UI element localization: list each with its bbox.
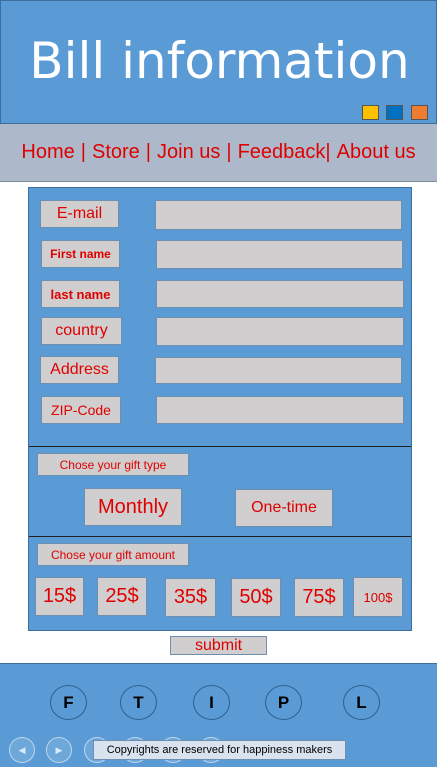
previous-icon[interactable]: ◀ xyxy=(9,737,35,763)
nav-item-join-us[interactable]: Join us xyxy=(157,141,220,164)
amount-100-button[interactable]: 100$ xyxy=(353,577,403,617)
swatch-yellow[interactable] xyxy=(362,105,379,120)
nav-separator: | xyxy=(325,141,331,163)
gift-amount-label: Chose your gift amount xyxy=(37,543,189,566)
nav-separator: | xyxy=(80,141,86,163)
twitter-icon[interactable]: T xyxy=(120,685,157,720)
email-label: E-mail xyxy=(40,200,119,228)
gift-type-monthly-button[interactable]: Monthly xyxy=(84,488,182,526)
email-field[interactable] xyxy=(155,200,402,230)
header-banner: Bill information xyxy=(0,0,437,124)
swatch-blue[interactable] xyxy=(386,105,403,120)
amount-75-button[interactable]: 75$ xyxy=(294,578,344,617)
next-icon[interactable]: ▶ xyxy=(46,737,72,763)
copyright-notice: Copyrights are reserved for happiness ma… xyxy=(93,740,346,760)
swatch-orange[interactable] xyxy=(411,105,428,120)
zip-code-label: ZIP-Code xyxy=(41,396,121,424)
instagram-icon[interactable]: I xyxy=(193,685,230,720)
last-name-field[interactable] xyxy=(156,280,404,308)
amount-35-button[interactable]: 35$ xyxy=(165,578,216,617)
nav-bar: Home | Store | Join us | Feedback | Abou… xyxy=(0,124,437,182)
facebook-icon[interactable]: F xyxy=(50,685,87,720)
linkedin-icon[interactable]: L xyxy=(343,685,380,720)
amount-25-button[interactable]: 25$ xyxy=(97,577,147,616)
country-field[interactable] xyxy=(156,317,404,346)
nav-separator: | xyxy=(145,141,151,163)
country-label: country xyxy=(41,317,122,345)
nav-item-about-us[interactable]: About us xyxy=(337,141,416,164)
address-label: Address xyxy=(40,356,119,384)
nav-separator: | xyxy=(226,141,232,163)
address-field[interactable] xyxy=(155,357,402,384)
gift-type-label: Chose your gift type xyxy=(37,453,189,476)
amount-50-button[interactable]: 50$ xyxy=(231,578,281,617)
submit-button[interactable]: submit xyxy=(170,636,267,655)
nav-item-feedback[interactable]: Feedback xyxy=(238,141,326,164)
amount-15-button[interactable]: 15$ xyxy=(35,577,84,616)
nav-item-store[interactable]: Store xyxy=(92,141,140,164)
section-divider xyxy=(29,446,411,447)
pinterest-icon[interactable]: P xyxy=(265,685,302,720)
gift-type-one-time-button[interactable]: One-time xyxy=(235,489,333,527)
page-title: Bill information xyxy=(29,32,410,90)
last-name-label: last name xyxy=(41,280,120,308)
zip-code-field[interactable] xyxy=(156,396,404,424)
first-name-label: First name xyxy=(41,240,120,268)
section-divider xyxy=(29,536,411,537)
nav-item-home[interactable]: Home xyxy=(21,141,74,164)
first-name-field[interactable] xyxy=(156,240,403,269)
